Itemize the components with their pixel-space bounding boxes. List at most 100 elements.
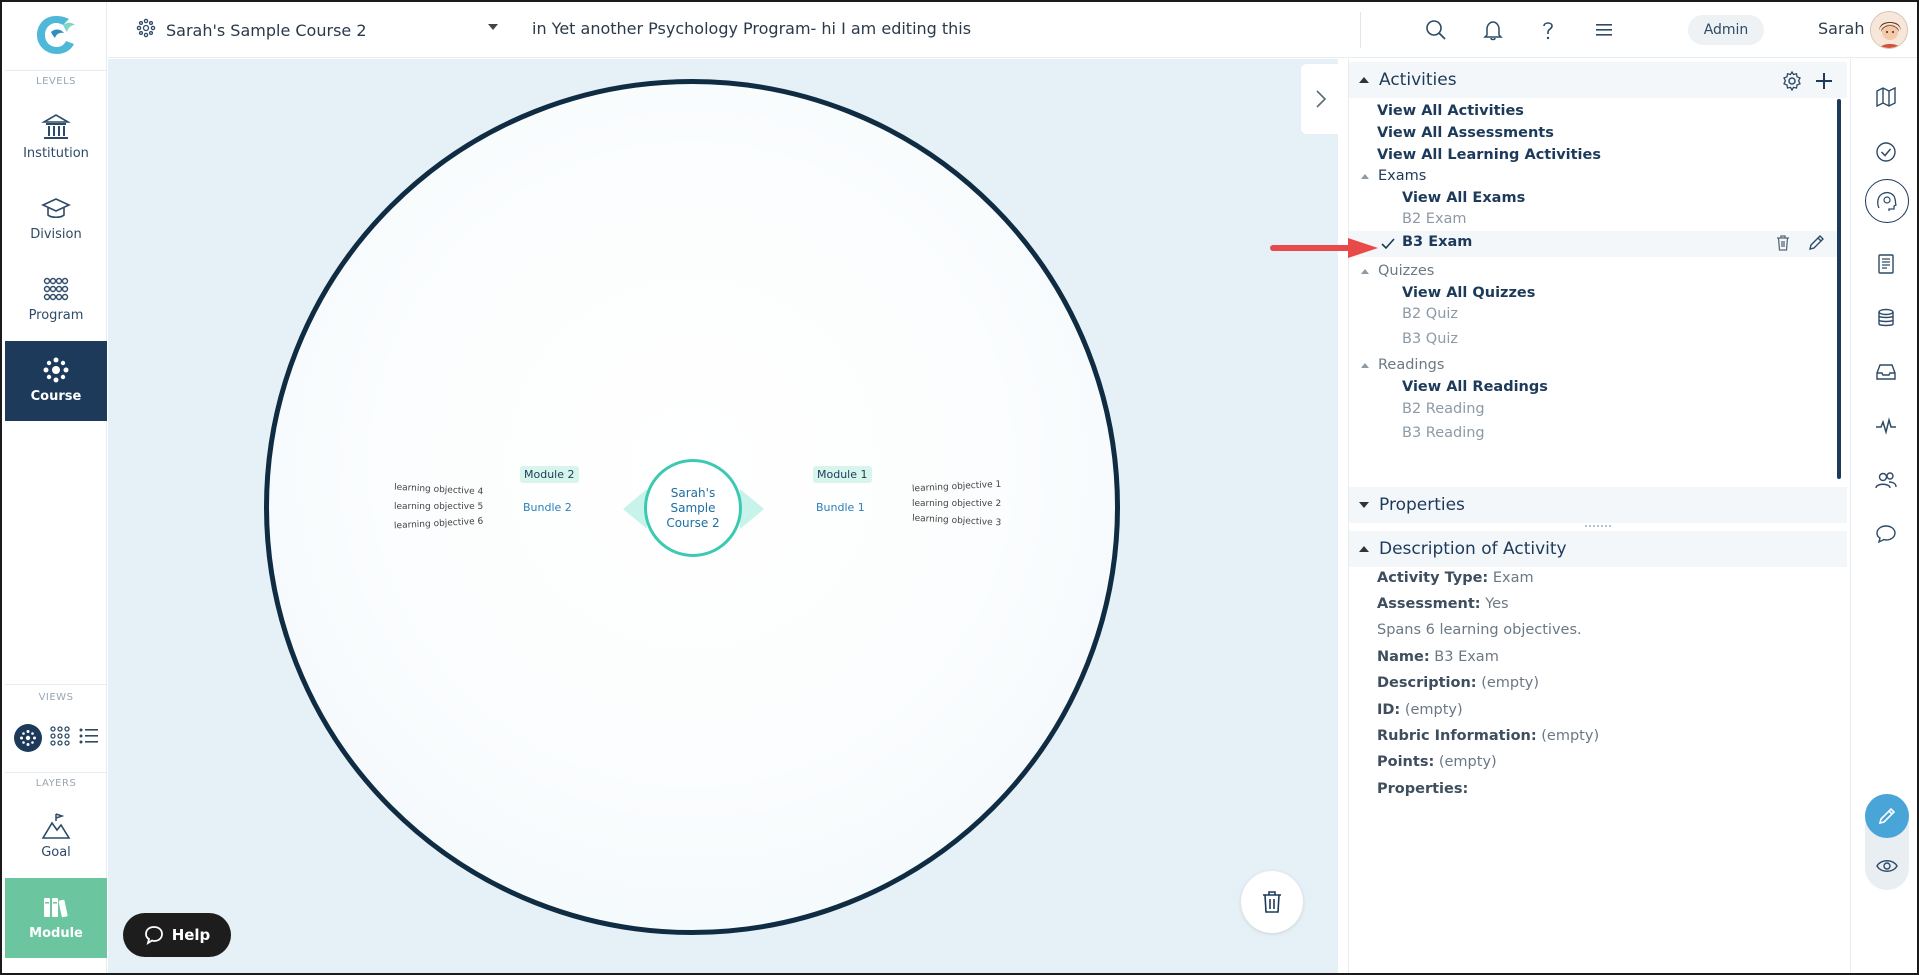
users-button[interactable] [1869, 463, 1903, 497]
collapse-triangle-icon[interactable] [1359, 77, 1369, 83]
menu-button[interactable] [1590, 16, 1618, 44]
nav-institution-label: Institution [23, 146, 89, 161]
sidebar-divider [5, 772, 107, 773]
expand-triangle-icon[interactable] [1359, 502, 1369, 508]
avatar[interactable] [1870, 11, 1908, 49]
user-name[interactable]: Sarah [1818, 19, 1864, 38]
app-logo[interactable] [31, 10, 81, 60]
view-all-readings-link[interactable]: View All Readings [1402, 379, 1548, 395]
activity-item-b2-exam[interactable]: B2 Exam [1402, 211, 1467, 227]
chevron-down-icon[interactable] [488, 24, 498, 30]
program-grid-icon [43, 277, 69, 301]
view-all-learning-activities-link[interactable]: View All Learning Activities [1377, 147, 1601, 163]
nav-course-label: Course [30, 389, 82, 404]
id-value: (empty) [1404, 702, 1463, 718]
objective-node[interactable]: learning objective 2 [912, 499, 1001, 509]
view-list-button[interactable] [78, 725, 100, 751]
activity-item-b2-quiz[interactable]: B2 Quiz [1402, 306, 1458, 322]
course-cluster-icon [136, 18, 156, 42]
activity-item-b3-reading[interactable]: B3 Reading [1402, 425, 1485, 441]
view-all-activities-link[interactable]: View All Activities [1377, 103, 1524, 119]
name-value: B3 Exam [1434, 649, 1499, 665]
notifications-button[interactable] [1479, 16, 1507, 44]
nav-course[interactable]: Course [5, 341, 107, 421]
collapse-triangle-icon [1361, 268, 1369, 274]
resize-handle[interactable] [1585, 525, 1611, 529]
help-button[interactable]: Help [123, 913, 231, 957]
annotation-arrow-icon [1270, 238, 1378, 258]
exams-group-label: Exams [1378, 168, 1427, 184]
collapse-triangle-icon[interactable] [1359, 546, 1369, 552]
nav-module[interactable]: Module [5, 878, 107, 958]
search-icon [1426, 20, 1446, 40]
brain-head-button[interactable] [1865, 179, 1909, 223]
activity-item-b3-exam[interactable]: B3 Exam [1402, 234, 1472, 250]
nav-program[interactable]: Program [5, 260, 107, 340]
module-node-left[interactable]: Module 2 [520, 466, 579, 483]
activities-header[interactable]: Activities [1349, 62, 1847, 98]
description-header[interactable]: Description of Activity [1349, 531, 1847, 567]
view-radial-button[interactable] [14, 724, 43, 752]
description-title: Description of Activity [1379, 539, 1567, 559]
edit-mode-button[interactable] [1865, 794, 1909, 838]
inbox-button[interactable] [1869, 355, 1903, 389]
plus-icon [1816, 73, 1832, 89]
objective-span-text: Spans 6 learning objectives. [1377, 622, 1582, 638]
check-circle-button[interactable] [1869, 135, 1903, 169]
connector-right [740, 489, 764, 529]
view-mode-button[interactable] [1865, 846, 1909, 886]
map-button[interactable] [1869, 80, 1903, 114]
database-button[interactable] [1869, 301, 1903, 335]
search-button[interactable] [1422, 16, 1450, 44]
brain-head-icon [1877, 192, 1897, 211]
activities-settings-button[interactable] [1781, 70, 1803, 96]
delete-floating-button[interactable] [1241, 871, 1303, 933]
properties-header[interactable]: Properties [1349, 487, 1847, 523]
nav-goal-label: Goal [41, 845, 71, 860]
activity-pulse-button[interactable] [1869, 409, 1903, 443]
top-bar: Sarah's Sample Course 2 in Yet another P… [108, 2, 1917, 58]
add-activity-button[interactable] [1813, 70, 1835, 96]
nav-goal[interactable]: Goal [5, 797, 107, 877]
sidebar-divider [5, 684, 107, 685]
course-selector[interactable]: Sarah's Sample Course 2 [108, 2, 508, 58]
program-context-text: in Yet another Psychology Program- hi I … [532, 19, 972, 38]
nav-division-label: Division [30, 227, 82, 242]
bundle-node-left[interactable]: Bundle 2 [523, 501, 572, 514]
graduation-cap-icon [41, 198, 71, 219]
nav-institution[interactable]: Institution [5, 98, 107, 178]
view-all-quizzes-link[interactable]: View All Quizzes [1402, 285, 1535, 301]
course-center-node[interactable]: Sarah's Sample Course 2 [644, 459, 742, 557]
left-sidebar: LEVELS Institution Division Program Cour… [5, 2, 107, 973]
activity-item-b3-quiz[interactable]: B3 Quiz [1402, 331, 1458, 347]
quizzes-group-toggle[interactable]: Quizzes [1361, 263, 1434, 279]
view-all-assessments-link[interactable]: View All Assessments [1377, 125, 1554, 141]
activity-item-b2-reading[interactable]: B2 Reading [1402, 401, 1485, 417]
comments-button[interactable] [1869, 517, 1903, 551]
objective-node[interactable]: learning objective 5 [394, 502, 483, 512]
readings-group-toggle[interactable]: Readings [1361, 357, 1444, 373]
admin-badge[interactable]: Admin [1688, 15, 1764, 45]
nav-division[interactable]: Division [5, 179, 107, 259]
trash-icon [1777, 235, 1789, 251]
grid-view-icon [50, 726, 70, 746]
quizzes-group-label: Quizzes [1378, 263, 1435, 279]
exams-group-toggle[interactable]: Exams [1361, 168, 1426, 184]
activity-type-label: Activity Type: [1377, 570, 1489, 586]
document-button[interactable] [1869, 247, 1903, 281]
activity-item-b3-exam-row[interactable]: B3 Exam [1349, 231, 1837, 257]
activity-type-value: Exam [1492, 570, 1534, 586]
points-value: (empty) [1438, 754, 1497, 770]
bundle-node-right[interactable]: Bundle 1 [816, 501, 865, 514]
radial-view-icon [20, 730, 37, 746]
view-grid-button[interactable] [49, 725, 71, 751]
activities-scrollbar[interactable] [1837, 99, 1841, 479]
view-all-exams-link[interactable]: View All Exams [1402, 190, 1525, 206]
readings-group-label: Readings [1378, 357, 1445, 373]
help-question-button[interactable] [1534, 16, 1562, 44]
edit-activity-button[interactable] [1807, 234, 1825, 256]
collapse-panel-button[interactable] [1301, 64, 1341, 134]
delete-activity-button[interactable] [1775, 234, 1791, 256]
module-node-right[interactable]: Module 1 [813, 466, 872, 483]
course-map-canvas[interactable]: Sarah's Sample Course 2 Module 2 Bundle … [108, 59, 1341, 973]
